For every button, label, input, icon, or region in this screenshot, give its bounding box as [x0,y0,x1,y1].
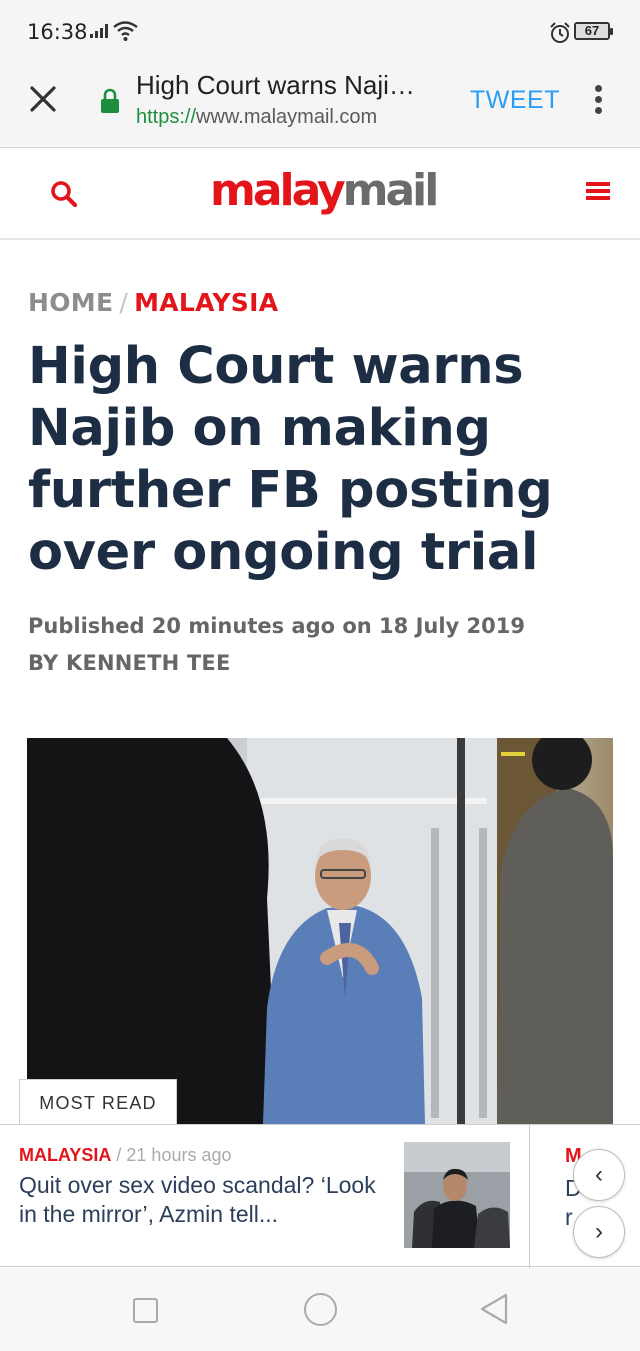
home-icon[interactable] [304,1293,337,1326]
close-icon[interactable] [26,82,60,116]
published-date: Published 20 minutes ago on 18 July 2019 [28,614,525,638]
site-header: malaymail [0,148,640,240]
url-host: www.malaymail.com [196,106,378,128]
logo-mail: mail [342,165,440,216]
alarm-icon [550,22,570,43]
most-read-thumbnail[interactable] [404,1142,510,1248]
breadcrumb: HOME / MALAYSIA [28,288,278,317]
battery-icon: 67 [574,22,613,40]
url-scheme: https:// [136,106,197,128]
carousel-prev-button[interactable]: ‹ [573,1149,625,1201]
status-time: 16:38 [27,20,88,44]
more-vert-icon[interactable] [592,82,604,118]
breadcrumb-separator: / [119,288,129,317]
wifi-icon [113,21,138,41]
most-read-time: 21 hours ago [126,1145,232,1165]
browser-toolbar: High Court warns Naji… https://www.malay… [0,62,640,148]
search-icon[interactable] [50,180,78,208]
tweet-button[interactable]: TWEET [470,86,560,115]
status-bar: 16:38 67 [0,0,640,62]
carousel-next-button[interactable]: › [573,1206,625,1258]
signal-icon [90,24,108,38]
most-read-section[interactable]: MALAYSIA [19,1145,111,1165]
most-read-title[interactable]: Quit over sex video scandal? ‘Look in th… [19,1171,394,1229]
next-item-peek-3: r [565,1204,573,1230]
breadcrumb-section[interactable]: MALAYSIA [134,288,278,317]
menu-icon[interactable] [586,180,610,202]
system-nav-bar [0,1268,640,1351]
back-icon[interactable] [478,1292,510,1326]
most-read-carousel: MALAYSIA / 21 hours ago Quit over sex vi… [0,1124,640,1268]
lock-icon [101,88,119,113]
breadcrumb-home[interactable]: HOME [28,288,113,317]
logo-malay: malay [210,165,346,216]
malaymail-logo[interactable]: malaymail [210,165,440,216]
most-read-separator: / [116,1145,122,1165]
carousel-divider [529,1125,530,1268]
page-title: High Court warns Naji… [136,70,415,100]
author-byline: BY KENNETH TEE [28,651,231,675]
battery-level: 67 [576,24,608,38]
most-read-tab[interactable]: MOST READ [19,1079,177,1125]
recent-apps-icon[interactable] [133,1298,158,1323]
article-headline: High Court warns Najib on making further… [28,337,553,582]
article-hero-image [27,738,613,1124]
page-url: https://www.malaymail.com [136,106,377,129]
most-read-item-meta: MALAYSIA / 21 hours ago [19,1145,232,1166]
